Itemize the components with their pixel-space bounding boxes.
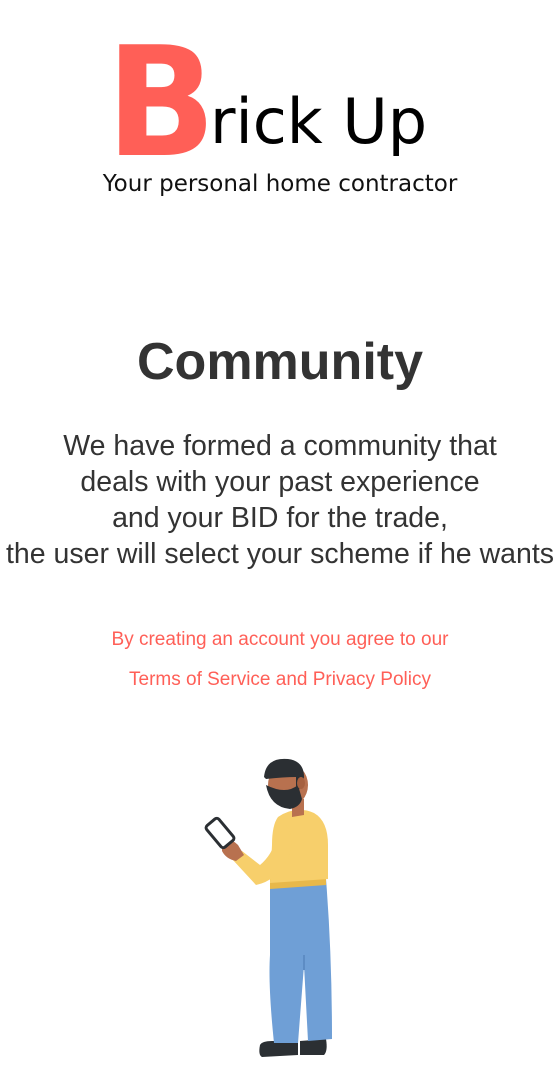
- description-line: and your BID for the trade,: [112, 502, 448, 534]
- page-title: Community: [137, 333, 423, 391]
- terms-privacy-link[interactable]: Terms of Service and Privacy Policy: [0, 666, 560, 694]
- terms-notice: By creating an account you agree to our …: [0, 626, 560, 694]
- tagline: Your personal home contractor: [102, 171, 458, 197]
- description-line: We have formed a community that: [63, 430, 497, 462]
- description-line: deals with your past experience: [80, 466, 480, 498]
- man-using-phone-illustration: [200, 755, 350, 1065]
- logo-initial: B: [106, 14, 217, 191]
- description-text: We have formed a community that deals wi…: [0, 428, 560, 572]
- description-line: the user will select your scheme if he w…: [5, 538, 555, 570]
- terms-agreement-text: By creating an account you agree to our: [111, 629, 449, 650]
- app-logo: B rick Up: [0, 14, 560, 191]
- logo-wordmark: rick Up: [210, 85, 428, 158]
